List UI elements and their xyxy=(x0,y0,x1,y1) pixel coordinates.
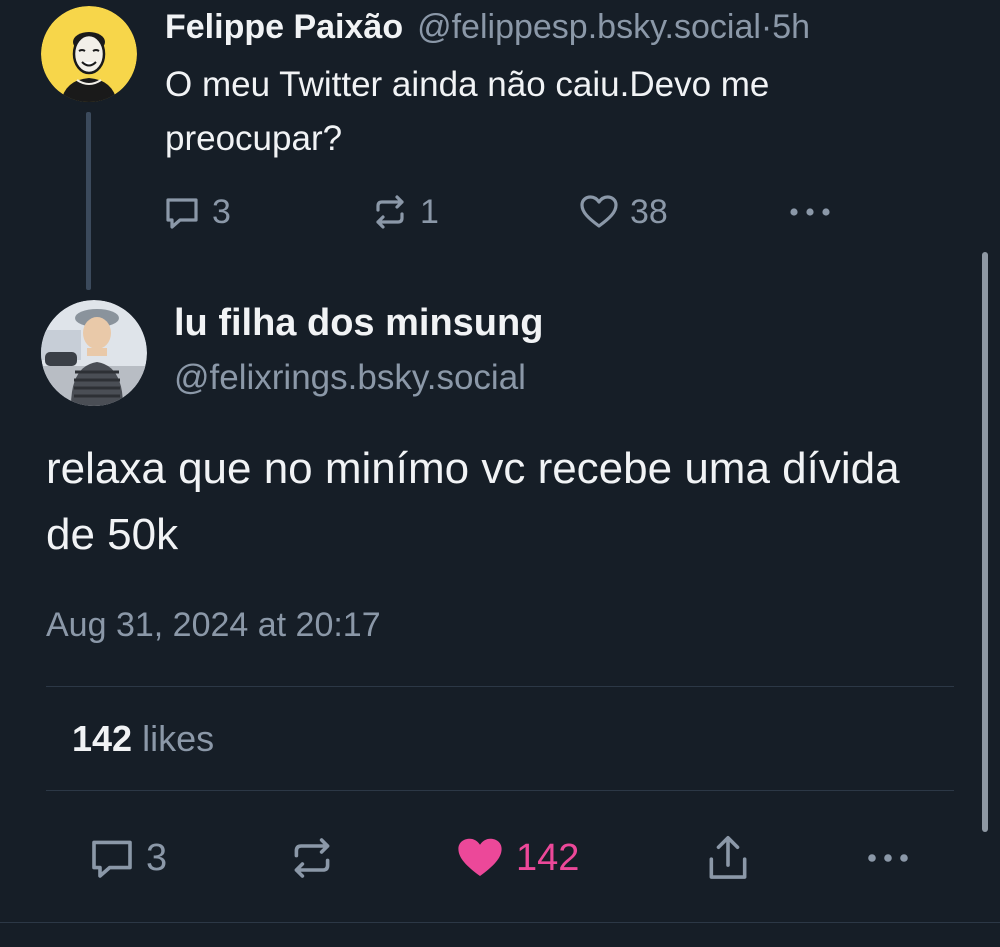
parent-more-button[interactable] xyxy=(786,186,834,238)
scrollbar[interactable] xyxy=(982,252,988,832)
share-icon xyxy=(704,833,752,883)
heart-filled-icon xyxy=(454,834,506,882)
reply-icon xyxy=(88,834,136,882)
divider xyxy=(0,922,1000,923)
likes-summary-label: likes xyxy=(142,718,215,759)
parent-repost-button[interactable]: 1 xyxy=(370,186,439,238)
parent-post-header: Felippe Paixão @felippesp.bsky.social · … xyxy=(165,8,810,50)
reply-count: 3 xyxy=(146,836,168,879)
repost-icon xyxy=(370,192,410,232)
repost-button[interactable] xyxy=(288,828,336,888)
parent-avatar[interactable] xyxy=(41,6,137,102)
parent-like-count: 38 xyxy=(630,192,668,231)
share-button[interactable] xyxy=(704,828,752,888)
parent-reply-button[interactable]: 3 xyxy=(162,186,231,238)
parent-author-name[interactable]: Felippe Paixão xyxy=(165,8,403,47)
more-icon xyxy=(786,192,834,232)
main-post-text: relaxa que no minímo vc recebe uma dívid… xyxy=(46,444,900,559)
more-icon xyxy=(862,838,914,878)
more-button[interactable] xyxy=(862,828,914,888)
heart-icon xyxy=(578,192,620,232)
parent-repost-count: 1 xyxy=(420,192,439,231)
main-author-name[interactable]: lu filha dos minsung xyxy=(174,302,543,345)
thread-view: Felippe Paixão @felippesp.bsky.social · … xyxy=(0,0,1000,947)
parent-post-actions: 3 1 38 xyxy=(160,186,860,238)
repost-icon xyxy=(288,834,336,882)
parent-like-button[interactable]: 38 xyxy=(578,186,668,238)
main-post-actions: 3 142 xyxy=(0,828,1000,888)
thread-connector-line xyxy=(86,112,91,290)
main-author-handle[interactable]: @felixrings.bsky.social xyxy=(174,358,526,398)
reply-button[interactable]: 3 xyxy=(88,828,167,888)
parent-reply-count: 3 xyxy=(212,192,231,231)
likes-summary[interactable]: 142 likes xyxy=(72,718,214,760)
like-button[interactable]: 142 xyxy=(454,828,579,888)
reply-icon xyxy=(162,192,202,232)
meta-separator: · xyxy=(760,8,773,46)
divider xyxy=(46,686,954,687)
likes-summary-count: 142 xyxy=(72,718,133,759)
parent-post-time: 5h xyxy=(772,8,811,46)
divider xyxy=(46,790,954,791)
parent-author-handle[interactable]: @felippesp.bsky.social xyxy=(417,8,761,47)
parent-post-text: O meu Twitter ainda não caiu.Devo me pre… xyxy=(165,65,770,158)
main-avatar[interactable] xyxy=(41,300,147,406)
post-timestamp: Aug 31, 2024 at 20:17 xyxy=(46,606,381,644)
like-count: 142 xyxy=(516,836,580,879)
